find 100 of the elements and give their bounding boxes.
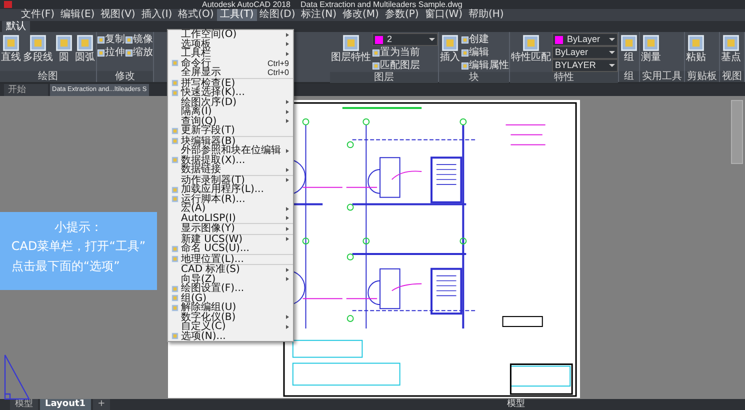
panel-title[interactable]: 组 <box>619 71 639 82</box>
panel-title[interactable]: 特性 <box>510 72 618 83</box>
menu-item[interactable]: AutoLISP(I) <box>168 214 293 223</box>
menu-bar-item[interactable]: 文件(F) <box>18 9 58 21</box>
tool-button[interactable]: 插入 <box>439 33 461 64</box>
menu-item[interactable]: 命名 UCS(U)... <box>168 244 293 254</box>
menu-item[interactable]: 命令行 Ctrl+9 <box>168 58 293 68</box>
dropdown-caret-icon <box>609 64 615 67</box>
menu-item[interactable]: 组(G) <box>168 294 293 303</box>
menu-item[interactable]: 向导(Z) <box>168 274 293 284</box>
tool-button[interactable]: 直线 <box>0 33 22 64</box>
menu-item[interactable]: CAD 标准(S) <box>168 265 293 274</box>
menu-bar-item[interactable]: 插入(I) <box>138 9 176 21</box>
menu-item[interactable]: 快速选择(K)... <box>168 88 293 98</box>
tool-button[interactable]: 特性匹配 <box>510 33 552 64</box>
tool-button[interactable]: 图层特性 <box>330 33 372 64</box>
menu-item[interactable]: 宏(A) <box>168 204 293 214</box>
tool-icon <box>2 34 20 52</box>
menu-item[interactable]: 动作录制器(T) <box>168 176 293 185</box>
tool-button[interactable]: 圆 <box>54 33 74 64</box>
tool-button[interactable]: 多段线 <box>22 33 54 64</box>
menu-item[interactable]: 显示图像(Y) <box>168 224 293 234</box>
dropdown-value: BYLAYER <box>554 60 597 71</box>
window-title: Autodesk AutoCAD 2018 <box>202 0 291 9</box>
panel-title[interactable]: 绘图 <box>0 71 96 82</box>
tool-icon <box>55 34 73 52</box>
menu-bar-item[interactable]: 格式(O) <box>175 9 217 21</box>
property-dropdown[interactable]: ByLayer <box>552 46 618 59</box>
menu-bar-item[interactable]: 工具(T) <box>216 9 257 21</box>
tool-button[interactable]: 基点 <box>720 33 742 64</box>
menu-item[interactable]: 选项板 <box>168 40 293 49</box>
menu-item[interactable]: 数字化仪(B) <box>168 312 293 322</box>
tool-button[interactable]: 组 <box>619 33 639 64</box>
dropdown-caret-icon <box>429 38 435 41</box>
add-layout-button[interactable]: + <box>92 399 110 410</box>
dropdown-value: ByLayer <box>554 47 590 58</box>
tool-button[interactable]: 粘贴 <box>685 33 707 64</box>
ribbon-tab[interactable]: 默认 <box>2 21 30 32</box>
property-dropdown[interactable]: BYLAYER <box>552 59 618 72</box>
layout-tab[interactable]: Layout1 <box>40 399 91 410</box>
menu-item[interactable]: 隔离(I) <box>168 107 293 116</box>
menu-item[interactable]: 工作空间(O) <box>168 30 293 40</box>
menu-bar-item[interactable]: 窗口(W) <box>422 9 466 21</box>
menu-bar-item[interactable]: 编辑(E) <box>58 9 98 21</box>
tool-button[interactable]: 缩放 <box>125 46 153 59</box>
menu-bar-item[interactable]: 视图(V) <box>98 9 138 21</box>
panel-title[interactable]: 剪贴板 <box>685 71 719 82</box>
tool-button[interactable]: 拉伸 <box>97 46 125 59</box>
dropdown-caret-icon <box>609 38 615 41</box>
menu-item[interactable]: 自定义(C) <box>168 322 293 332</box>
property-dropdown[interactable]: 2 <box>372 33 438 46</box>
panel-title[interactable]: 实用工具 <box>640 71 684 82</box>
tool-button[interactable]: 编辑 <box>461 46 509 59</box>
panel-title[interactable]: 图层 <box>330 72 438 83</box>
menu-bar-item[interactable]: 修改(M) <box>340 9 382 21</box>
menu-item[interactable]: 查询(Q) <box>168 116 293 126</box>
tool-button[interactable]: 创建 <box>461 33 509 46</box>
document-tab[interactable]: 开始 <box>4 84 48 96</box>
ucs-icon <box>4 354 30 400</box>
tool-icon <box>722 34 740 52</box>
menu-item[interactable]: 外部参照和块在位编辑 <box>168 146 293 156</box>
menu-item[interactable]: 地理位置(L)... <box>168 254 293 264</box>
menu-item[interactable]: 更新字段(T) <box>168 126 293 136</box>
app-logo-icon[interactable] <box>4 1 12 8</box>
menu-item[interactable]: 拼写检查(E) <box>168 78 293 88</box>
dropdown-caret-icon <box>609 51 615 54</box>
menu-item[interactable]: 全屏显示 Ctrl+0 <box>168 68 293 78</box>
panel-title[interactable]: 修改 <box>97 71 153 82</box>
menu-item[interactable]: 绘图设置(F)... <box>168 284 293 294</box>
menu-item[interactable]: 新建 UCS(W) <box>168 234 293 244</box>
menu-item[interactable]: 解除编组(U) <box>168 303 293 312</box>
tool-button[interactable]: 编辑属性 <box>461 59 509 72</box>
menu-item[interactable]: 工具栏 <box>168 49 293 58</box>
menu-item[interactable]: 数据提取(X)... <box>168 156 293 165</box>
tip-title: 小提示： <box>54 220 102 235</box>
tip-text: 点击最下面的“选项” <box>11 258 121 274</box>
menu-bar-item[interactable]: 参数(P) <box>382 9 422 21</box>
panel-title[interactable]: 视图 <box>720 71 744 82</box>
tool-button[interactable]: 镜像 <box>125 33 153 46</box>
menu-item[interactable]: 运行脚本(R)... <box>168 194 293 204</box>
document-title: Data Extraction and Multileaders Sample.dwg <box>300 0 462 9</box>
navigation-bar[interactable] <box>731 100 743 164</box>
menu-item[interactable]: 选项(N)... <box>168 332 293 341</box>
menu-item[interactable]: 加载应用程序(L)... <box>168 185 293 194</box>
menu-item[interactable]: 绘图次序(D) <box>168 98 293 107</box>
property-dropdown[interactable]: ByLayer <box>552 33 618 46</box>
tool-icon <box>76 34 94 52</box>
tool-button[interactable]: 圆弧 <box>74 33 96 64</box>
tool-icon <box>522 34 540 52</box>
menu-item[interactable]: 块编辑器(B) <box>168 136 293 146</box>
tool-button[interactable]: 复制 <box>97 33 125 46</box>
panel-title[interactable]: 块 <box>439 72 509 83</box>
tool-button[interactable]: 置为当前 <box>372 46 438 59</box>
menu-bar-item[interactable]: 绘图(D) <box>256 9 298 21</box>
menu-bar-item[interactable]: 帮助(H) <box>466 9 507 21</box>
tool-button[interactable]: 测量 <box>640 33 662 64</box>
menu-item[interactable]: 数据链接 <box>168 165 293 174</box>
tool-button[interactable]: 匹配图层 <box>372 59 438 72</box>
menu-bar-item[interactable]: 标注(N) <box>298 9 340 21</box>
model-space-button[interactable]: 模型 <box>507 399 525 410</box>
